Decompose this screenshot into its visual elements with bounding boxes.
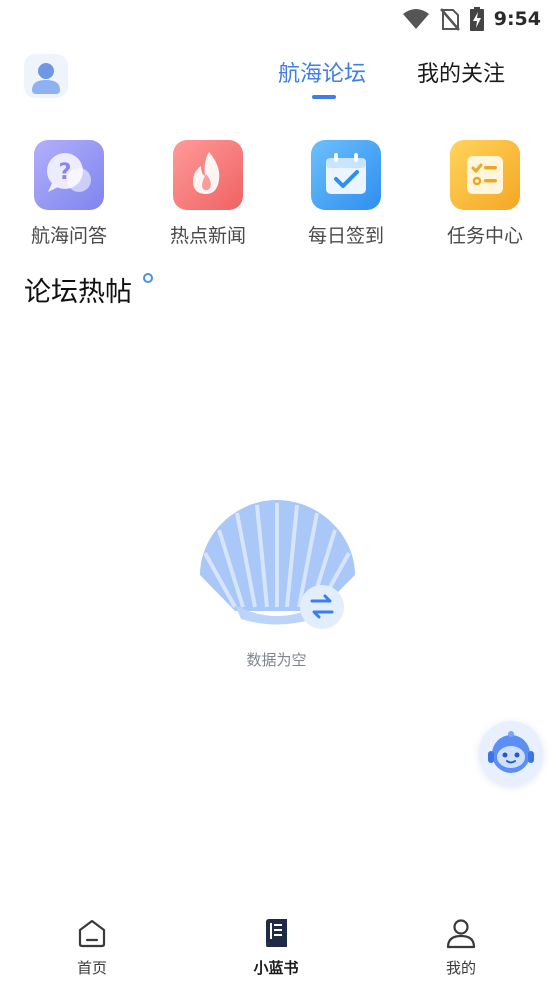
nav-label: 小蓝书 <box>253 959 299 977</box>
nav-item-home[interactable]: 首页 <box>52 917 132 978</box>
quick-item-label: 热点新闻 <box>169 225 246 247</box>
avatar[interactable] <box>24 54 68 98</box>
home-icon <box>78 919 106 948</box>
svg-text:?: ? <box>59 160 72 185</box>
nav-label: 我的 <box>445 959 476 977</box>
quick-item-label: 任务中心 <box>446 225 523 247</box>
quick-item-label: 每日签到 <box>307 225 384 247</box>
user-avatar-icon <box>32 63 60 94</box>
quick-item-checkin[interactable]: 每日签到 <box>291 140 401 248</box>
section-dot-decoration <box>143 273 153 283</box>
nav-item-me[interactable]: 我的 <box>421 917 501 978</box>
quick-item-hot-news[interactable]: 热点新闻 <box>153 140 263 248</box>
quick-item-qa[interactable]: ? 航海问答 <box>14 140 124 248</box>
nav-item-blue-book[interactable]: 小蓝书 <box>236 917 316 978</box>
quick-item-label: 航海问答 <box>30 225 107 247</box>
no-sim-icon <box>439 8 460 31</box>
nav-label: 首页 <box>76 959 107 977</box>
flame-icon <box>173 140 243 210</box>
tab-following[interactable]: 我的关注 <box>417 56 505 88</box>
quick-item-task-center[interactable]: 任务中心 <box>430 140 540 248</box>
empty-state-text: 数据为空 <box>246 651 307 669</box>
task-list-icon <box>450 140 520 210</box>
assistant-float-button[interactable] <box>479 721 543 785</box>
status-time: 9:54 <box>493 8 541 30</box>
status-bar: 9:54 <box>0 0 553 38</box>
tab-indicator <box>312 95 336 99</box>
empty-shell-illustration <box>195 495 360 634</box>
book-icon <box>266 919 287 947</box>
status-icons: 9:54 <box>402 6 541 32</box>
user-icon <box>446 919 476 949</box>
calendar-check-icon <box>311 140 381 210</box>
bottom-nav: 首页 小蓝书 我的 <box>0 905 553 983</box>
wifi-icon <box>402 9 429 29</box>
tab-forum[interactable]: 航海论坛 <box>278 56 366 88</box>
section-title: 论坛热帖 <box>24 277 132 308</box>
robot-assistant-icon <box>488 731 534 773</box>
battery-charging-icon <box>469 7 484 31</box>
qa-bubble-icon: ? <box>34 140 104 210</box>
